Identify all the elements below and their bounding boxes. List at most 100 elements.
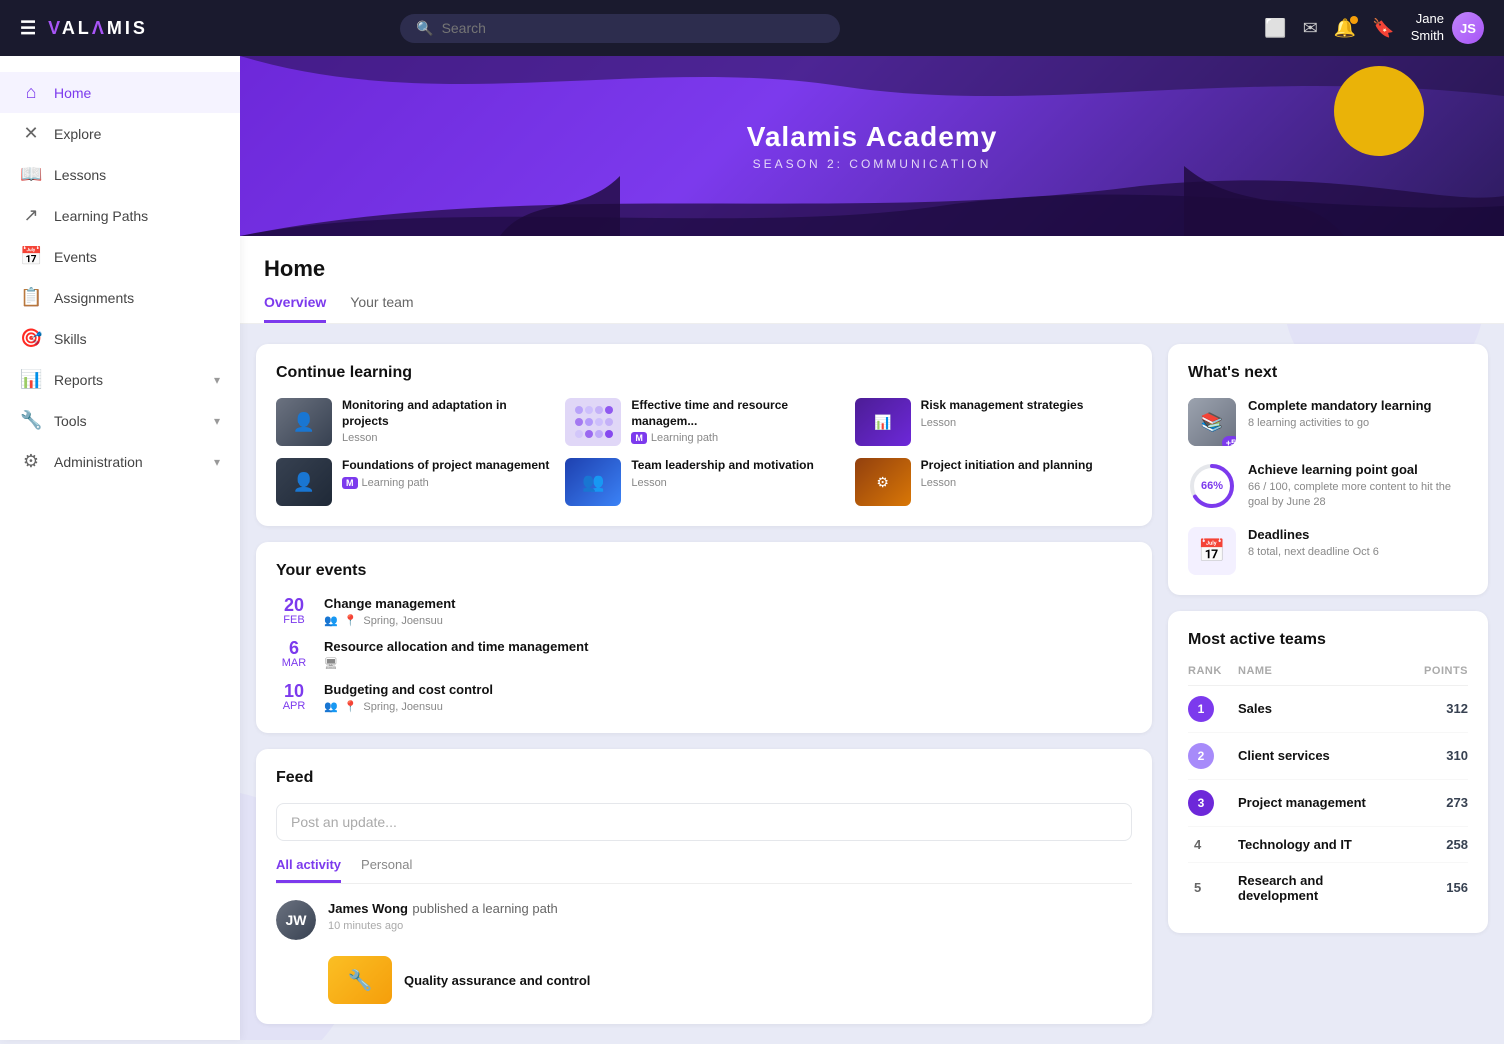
user-avatar[interactable]: Jane Smith JS xyxy=(1411,11,1484,45)
sidebar-label-skills: Skills xyxy=(54,331,220,347)
team-row-2[interactable]: 2 Client services 310 xyxy=(1188,733,1468,780)
learning-item-2[interactable]: Effective time and resource managem... M… xyxy=(565,398,842,446)
sidebar-label-lessons: Lessons xyxy=(54,167,220,183)
wn-item-goal[interactable]: 66% Achieve learning point goal 66 / 100… xyxy=(1188,462,1468,511)
menu-icon[interactable]: ☰ xyxy=(20,18,38,39)
rank-circle-1: 1 xyxy=(1188,696,1214,722)
sidebar-item-administration[interactable]: ⚙ Administration ▾ xyxy=(0,441,240,482)
learning-item-1[interactable]: 👤 Monitoring and adaptation in projects … xyxy=(276,398,553,446)
team-name-4: Technology and IT xyxy=(1238,837,1398,852)
screen-share-icon[interactable]: ⬜ xyxy=(1264,18,1286,39)
feed-post-input[interactable]: Post an update... xyxy=(276,803,1132,841)
team-row-3[interactable]: 3 Project management 273 xyxy=(1188,780,1468,827)
learning-type-1: Lesson xyxy=(342,432,553,444)
feed-title: Feed xyxy=(276,769,1132,787)
event-month-1: Feb xyxy=(276,614,312,626)
search-input[interactable] xyxy=(442,20,825,36)
feed-avatar-img-1: JW xyxy=(276,900,316,940)
sidebar-label-assignments: Assignments xyxy=(54,290,220,306)
learning-thumb-4: 👤 xyxy=(276,458,332,506)
learning-thumb-1: 👤 xyxy=(276,398,332,446)
events-card: Your events 20 Feb Change management 👥 xyxy=(256,542,1152,733)
hero-subtitle: SEASON 2: COMMUNICATION xyxy=(747,157,998,171)
sidebar-item-explore[interactable]: ✕ Explore xyxy=(0,113,240,154)
team-rank-2: 2 xyxy=(1188,743,1238,769)
learning-grid: 👤 Monitoring and adaptation in projects … xyxy=(276,398,1132,506)
event-date-2: 6 Mar xyxy=(276,639,312,669)
hero-wave-top xyxy=(240,56,1504,116)
event-item-3[interactable]: 10 Apr Budgeting and cost control 👥 📍 Sp… xyxy=(276,682,1132,713)
rank-circle-3: 3 xyxy=(1188,790,1214,816)
tools-chevron-icon: ▾ xyxy=(214,414,220,428)
feed-content-card-1[interactable]: 🔧 Quality assurance and control xyxy=(276,956,1132,1004)
learning-type-3: Lesson xyxy=(921,417,1132,429)
learning-badge-4: M xyxy=(342,477,358,489)
feed-card: Feed Post an update... All activity Pers… xyxy=(256,749,1152,1024)
learning-info-6: Project initiation and planning Lesson xyxy=(921,458,1132,489)
hero-right-decoration xyxy=(1184,136,1344,236)
avatar-image: JS xyxy=(1452,12,1484,44)
event-item-1[interactable]: 20 Feb Change management 👥 📍 Spring, Joe… xyxy=(276,596,1132,627)
event-info-1: Change management 👥 📍 Spring, Joensuu xyxy=(324,596,1132,627)
sidebar-item-learning-paths[interactable]: ↗ Learning Paths xyxy=(0,195,240,236)
events-icon: 📅 xyxy=(20,246,42,267)
hero-banner: Valamis Academy SEASON 2: COMMUNICATION xyxy=(240,56,1504,236)
wn-item-deadlines[interactable]: 📅 Deadlines 8 total, next deadline Oct 6 xyxy=(1188,527,1468,575)
learning-name-6: Project initiation and planning xyxy=(921,458,1132,474)
feed-tab-all[interactable]: All activity xyxy=(276,857,341,883)
event-item-2[interactable]: 6 Mar Resource allocation and time manag… xyxy=(276,639,1132,670)
learning-name-2: Effective time and resource managem... xyxy=(631,398,842,429)
bookmark-icon[interactable]: 🔖 xyxy=(1372,18,1394,39)
learning-info-4: Foundations of project management M Lear… xyxy=(342,458,553,489)
team-rank-4: 4 xyxy=(1188,837,1238,852)
event-info-2: Resource allocation and time management … xyxy=(324,639,1132,670)
teams-header: RANK NAME POINTS xyxy=(1188,665,1468,686)
event-date-3: 10 Apr xyxy=(276,682,312,712)
learning-name-4: Foundations of project management xyxy=(342,458,553,474)
event-day-2: 6 xyxy=(276,639,312,657)
wn-title-deadlines: Deadlines xyxy=(1248,527,1468,542)
event-name-2: Resource allocation and time management xyxy=(324,639,1132,654)
sidebar-item-skills[interactable]: 🎯 Skills xyxy=(0,318,240,359)
learning-item-5[interactable]: 👥 Team leadership and motivation Lesson xyxy=(565,458,842,506)
learning-item-3[interactable]: 📊 Risk management strategies Lesson xyxy=(855,398,1132,446)
team-row-5[interactable]: 5 Research and development 156 xyxy=(1188,863,1468,913)
home-icon: ⌂ xyxy=(20,82,42,103)
active-teams-title: Most active teams xyxy=(1188,631,1468,649)
sidebar-item-tools[interactable]: 🔧 Tools ▾ xyxy=(0,400,240,441)
feed-content-1: James Wong published a learning path 10 … xyxy=(328,900,1132,940)
learning-info-2: Effective time and resource managem... M… xyxy=(631,398,842,444)
feed-avatar-1: JW xyxy=(276,900,316,940)
team-row-1[interactable]: 1 Sales 312 xyxy=(1188,686,1468,733)
sidebar-item-events[interactable]: 📅 Events xyxy=(0,236,240,277)
sidebar-item-reports[interactable]: 📊 Reports ▾ xyxy=(0,359,240,400)
app-logo[interactable]: ☰ VALΛMIS xyxy=(20,18,180,39)
team-row-4[interactable]: 4 Technology and IT 258 xyxy=(1188,827,1468,863)
mail-icon[interactable]: ✉ xyxy=(1303,18,1318,39)
feed-tab-personal[interactable]: Personal xyxy=(361,857,412,883)
tab-overview[interactable]: Overview xyxy=(264,294,326,323)
learning-type-2: M Learning path xyxy=(631,432,842,444)
lessons-icon: 📖 xyxy=(20,164,42,185)
sidebar-item-lessons[interactable]: 📖 Lessons xyxy=(0,154,240,195)
wn-info-goal: Achieve learning point goal 66 / 100, co… xyxy=(1248,462,1468,511)
learning-item-6[interactable]: ⚙ Project initiation and planning Lesson xyxy=(855,458,1132,506)
sidebar-label-administration: Administration xyxy=(54,454,202,470)
learning-info-3: Risk management strategies Lesson xyxy=(921,398,1132,429)
search-bar[interactable]: 🔍 xyxy=(400,14,840,43)
sidebar-item-home[interactable]: ⌂ Home xyxy=(0,72,240,113)
learning-item-4[interactable]: 👤 Foundations of project management M Le… xyxy=(276,458,553,506)
event-name-1: Change management xyxy=(324,596,1132,611)
tab-your-team[interactable]: Your team xyxy=(350,294,413,323)
wn-progress-circle: 66% xyxy=(1188,462,1236,510)
hero-text: Valamis Academy SEASON 2: COMMUNICATION xyxy=(747,121,998,171)
learning-badge-2: M xyxy=(631,432,647,444)
sidebar-item-assignments[interactable]: 📋 Assignments xyxy=(0,277,240,318)
whats-next-title: What's next xyxy=(1188,364,1468,382)
notification-icon[interactable]: 🔔 xyxy=(1334,18,1356,39)
wn-item-mandatory[interactable]: 📚 +5 Complete mandatory learning 8 learn… xyxy=(1188,398,1468,446)
hero-title: Valamis Academy xyxy=(747,121,998,153)
event-name-3: Budgeting and cost control xyxy=(324,682,1132,697)
event-meta-1: 👥 📍 Spring, Joensuu xyxy=(324,614,1132,627)
skills-icon: 🎯 xyxy=(20,328,42,349)
